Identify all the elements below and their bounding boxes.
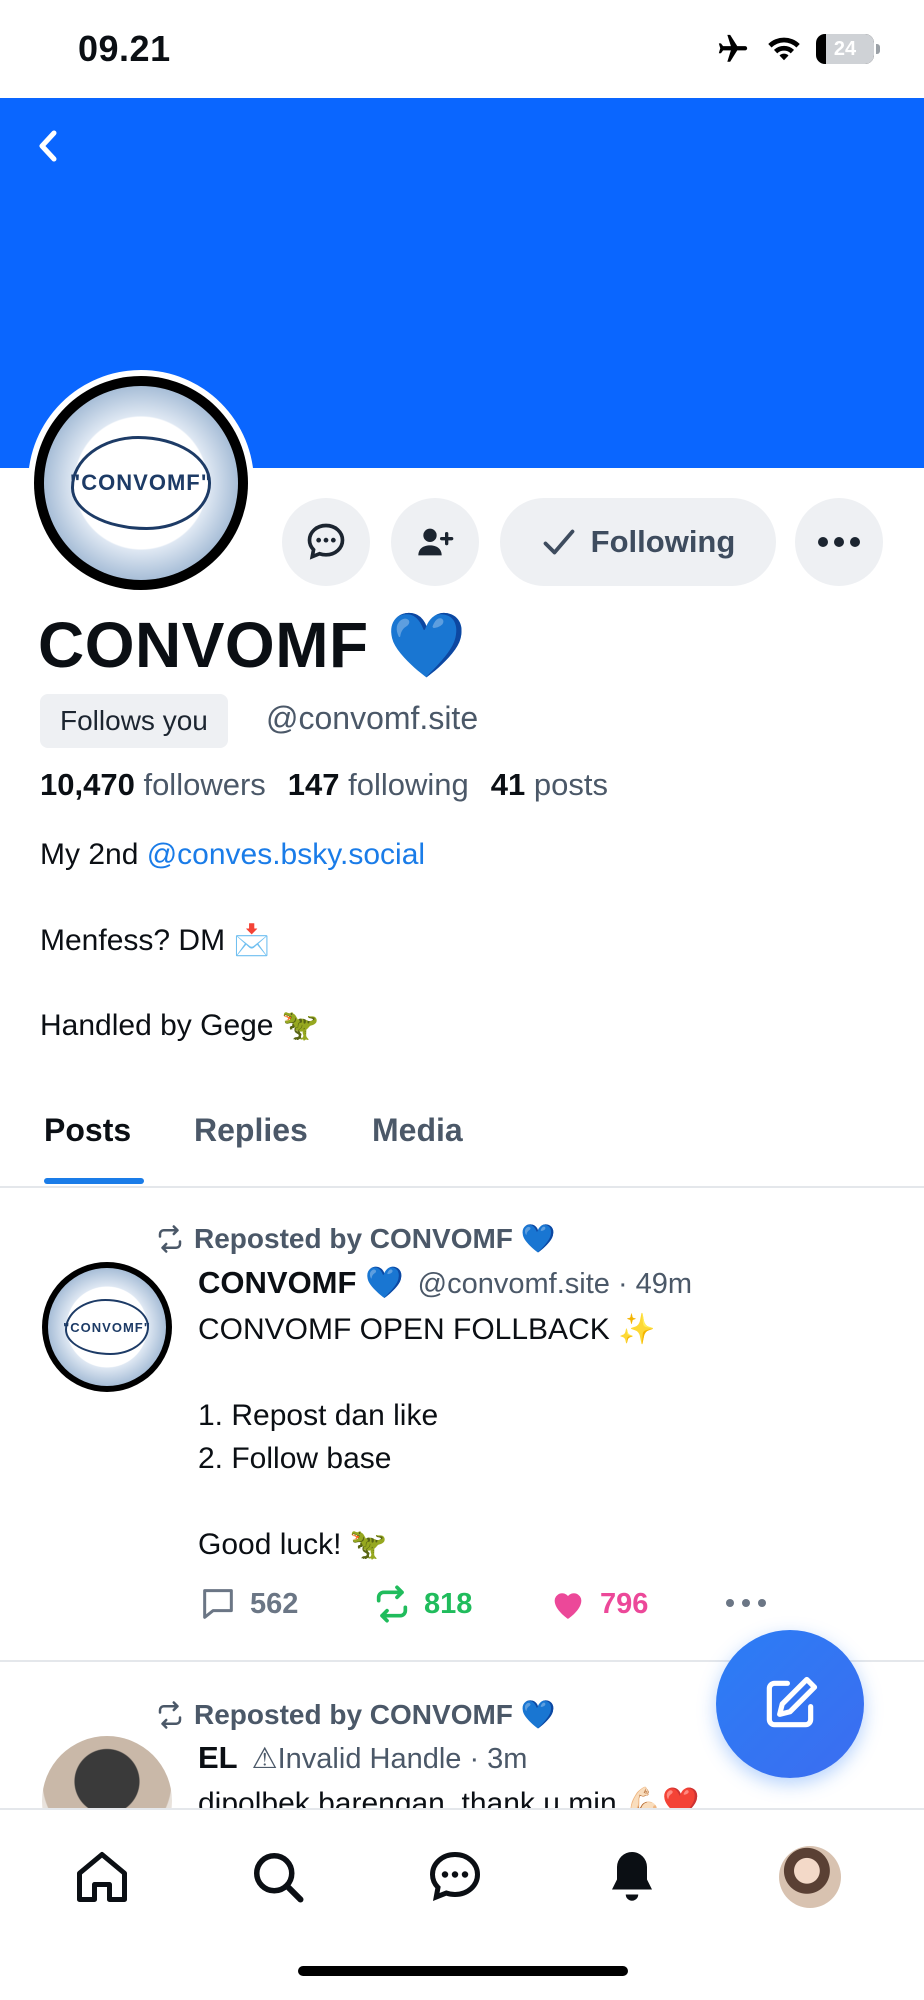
like-button[interactable]: 796 [548, 1584, 648, 1624]
post-more-button[interactable] [724, 1596, 768, 1614]
chat-icon [307, 523, 345, 560]
battery-level: 24 [833, 37, 857, 60]
followers-stat[interactable]: 10,470 followers [40, 767, 266, 803]
bio-line-1: My 2nd @conves.bsky.social [40, 838, 425, 872]
add-user-button[interactable] [391, 498, 479, 586]
followers-label: followers [143, 767, 266, 802]
home-icon [77, 1852, 127, 1902]
status-icons: 24 [714, 32, 880, 66]
tab-media[interactable]: Media [372, 1112, 463, 1149]
repost-icon [376, 1585, 408, 1623]
messages-icon [429, 1851, 481, 1902]
post-author-meta: @convomf.site · 49m [417, 1268, 693, 1300]
post-avatar-text: "CONVOMF" [63, 1319, 151, 1335]
profile-avatar-icon [779, 1846, 841, 1908]
following-stat[interactable]: 147 following [288, 767, 469, 803]
more-icon [818, 537, 860, 547]
repost-button[interactable]: 818 [372, 1584, 472, 1624]
repost-text-2: Reposted by CONVOMF 💙 [194, 1699, 556, 1730]
repost-label: Reposted by CONVOMF 💙 [154, 1222, 556, 1255]
post-author-meta-2: ⚠Invalid Handle · 3m [251, 1743, 528, 1775]
display-name: CONVOMF 💙 [38, 609, 468, 681]
post-avatar[interactable]: "CONVOMF" [42, 1262, 172, 1392]
posts-stat: 41 posts [491, 767, 608, 803]
message-button[interactable] [282, 498, 370, 586]
nav-profile[interactable] [775, 1842, 845, 1912]
battery-icon: 24 [816, 34, 880, 64]
reply-icon [203, 1589, 233, 1619]
bio-line-2: Menfess? DM 📩 [40, 924, 271, 957]
tabs-divider [0, 1186, 924, 1188]
following-stat-label: following [348, 767, 469, 802]
post-header: CONVOMF 💙 @convomf.site · 49m [198, 1264, 692, 1301]
home-indicator [298, 1966, 628, 1976]
profile-stats: 10,470 followers 147 following 41 posts [40, 767, 608, 803]
person-add-icon [418, 528, 454, 556]
following-button[interactable]: Following [500, 498, 776, 586]
following-label: Following [590, 524, 736, 559]
repost-icon [158, 1700, 182, 1729]
repost-count: 818 [424, 1587, 473, 1620]
reply-count: 562 [250, 1587, 299, 1620]
like-icon [554, 1593, 582, 1619]
bio-prefix: My 2nd [40, 838, 147, 871]
like-count: 796 [600, 1587, 649, 1620]
followers-count: 10,470 [40, 767, 135, 802]
following-count: 147 [287, 767, 340, 802]
more-icon [726, 1599, 766, 1607]
post-header-2: EL ⚠Invalid Handle · 3m [198, 1740, 527, 1776]
posts-count: 41 [490, 767, 526, 802]
nav-home[interactable] [67, 1842, 137, 1912]
back-icon [39, 130, 57, 162]
nav-search[interactable] [243, 1842, 313, 1912]
post-body: CONVOMF OPEN FOLLBACK ✨ 1. Repost dan li… [198, 1313, 656, 1561]
posts-label: posts [533, 767, 608, 802]
bell-icon [612, 1852, 652, 1901]
post-author-name-2[interactable]: EL [198, 1740, 238, 1776]
wifi-icon [768, 37, 800, 61]
post-author-name[interactable]: CONVOMF 💙 [198, 1264, 404, 1301]
repost-label-2: Reposted by CONVOMF 💙 [154, 1698, 556, 1731]
nav-messages[interactable] [420, 1842, 490, 1912]
profile-handle: @convomf.site [266, 700, 479, 736]
profile-avatar[interactable]: "CONVOMF" [28, 370, 254, 596]
follows-you-badge: Follows you [40, 694, 228, 748]
compose-button[interactable] [716, 1630, 864, 1778]
airplane-icon [718, 34, 748, 62]
tab-replies[interactable]: Replies [194, 1112, 308, 1149]
active-tab-indicator [44, 1178, 144, 1184]
search-icon [254, 1853, 304, 1903]
status-time: 09.21 [78, 28, 171, 69]
bio-line-3: Handled by Gege 🦖 [40, 1009, 320, 1042]
nav-notifications[interactable] [597, 1842, 667, 1912]
repost-icon [158, 1224, 182, 1253]
compose-icon [766, 1676, 818, 1728]
avatar-text: "CONVOMF" [69, 469, 213, 495]
tab-posts[interactable]: Posts [44, 1112, 131, 1149]
bio-mention-link[interactable]: @conves.bsky.social [147, 838, 425, 871]
more-options-button[interactable] [795, 498, 883, 586]
reply-button[interactable]: 562 [198, 1584, 298, 1624]
back-button[interactable] [30, 125, 66, 167]
check-icon [543, 529, 575, 555]
repost-text: Reposted by CONVOMF 💙 [194, 1223, 556, 1254]
